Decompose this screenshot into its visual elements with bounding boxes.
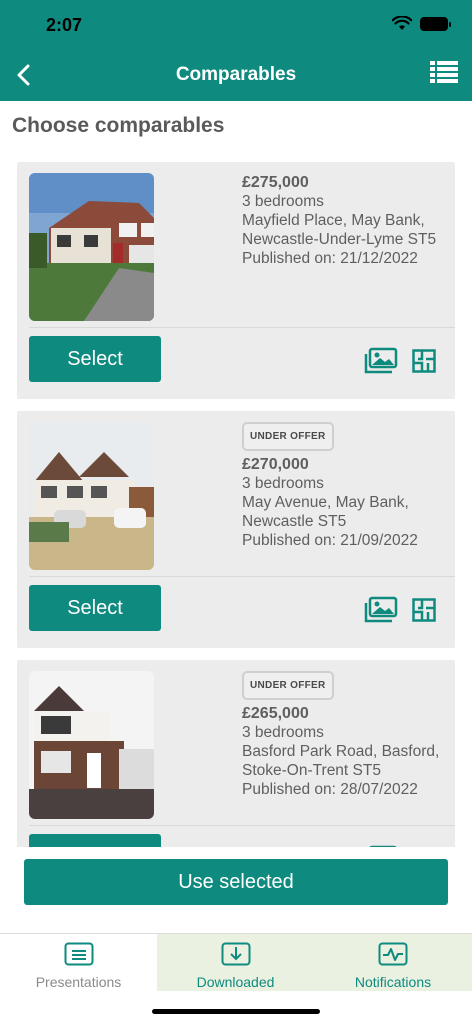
listing-published-date: Published on: 21/09/2022 (242, 532, 418, 549)
status-icons (392, 16, 451, 31)
list-icon (430, 61, 458, 83)
property-photo (29, 671, 154, 819)
listing-details: £275,000 3 bedrooms Mayfield Place, May … (242, 173, 447, 268)
listing-address-line2: Stoke-On-Trent ST5 (242, 762, 381, 779)
listing-bedrooms: 3 bedrooms (242, 193, 324, 210)
select-button[interactable]: Select (29, 585, 161, 631)
app-header: 2:07 Comparables (0, 0, 472, 101)
card-divider (29, 327, 455, 328)
gallery-icon[interactable] (364, 347, 398, 375)
listing-bedrooms: 3 bedrooms (242, 475, 324, 492)
listing-price: £275,000 (242, 174, 309, 191)
listing-address-line2: Newcastle ST5 (242, 513, 347, 530)
card-divider (29, 825, 455, 826)
pulse-icon (378, 942, 408, 966)
listing-bedrooms: 3 bedrooms (242, 724, 324, 741)
listing-address-line1: Mayfield Place, May Bank, (242, 212, 425, 229)
use-selected-button[interactable]: Use selected (24, 859, 448, 905)
property-photo (29, 173, 154, 321)
select-button[interactable]: Select (29, 336, 161, 382)
listing-published-date: Published on: 28/07/2022 (242, 781, 418, 798)
download-icon (221, 942, 250, 966)
battery-icon (420, 16, 451, 31)
comparable-card: UNDER OFFER £270,000 3 bedrooms May Aven… (17, 411, 455, 648)
listing-address-line1: Basford Park Road, Basford, (242, 743, 440, 760)
page-heading: Choose comparables (12, 114, 225, 137)
comparable-card: UNDER OFFER £265,000 3 bedrooms Basford … (17, 660, 455, 847)
listing-price: £270,000 (242, 456, 309, 473)
tab-label: Presentations (35, 974, 122, 990)
listing-details: UNDER OFFER £270,000 3 bedrooms May Aven… (242, 422, 447, 550)
comparables-list[interactable]: £275,000 3 bedrooms Mayfield Place, May … (0, 150, 472, 847)
tab-label: Notifications (354, 974, 432, 990)
select-button[interactable]: Select (29, 834, 161, 847)
nav-title: Comparables (175, 64, 297, 85)
gallery-icon[interactable] (364, 596, 398, 624)
listing-address-line1: May Avenue, May Bank, (242, 494, 409, 511)
under-offer-badge: UNDER OFFER (242, 422, 334, 451)
under-offer-badge: UNDER OFFER (242, 671, 334, 700)
listing-address-line2: Newcastle-Under-Lyme ST5 (242, 231, 437, 248)
tab-notifications[interactable]: Notifications (314, 934, 472, 991)
list-view-button[interactable] (430, 60, 462, 90)
home-indicator (152, 1009, 320, 1014)
floorplan-icon[interactable] (412, 349, 436, 373)
listing-price: £265,000 (242, 705, 309, 722)
gallery-icon[interactable] (364, 845, 398, 847)
card-divider (29, 576, 455, 577)
tab-presentations[interactable]: Presentations (0, 934, 157, 991)
floorplan-icon[interactable] (412, 598, 436, 622)
wifi-icon (392, 16, 412, 30)
tab-downloaded[interactable]: Downloaded (157, 934, 314, 991)
tab-label: Downloaded (196, 974, 275, 990)
status-time: 2:07 (46, 15, 83, 35)
listing-details: UNDER OFFER £265,000 3 bedrooms Basford … (242, 671, 447, 799)
document-icon (64, 942, 93, 966)
property-photo (29, 422, 154, 570)
listing-published-date: Published on: 21/12/2022 (242, 250, 418, 267)
comparable-card: £275,000 3 bedrooms Mayfield Place, May … (17, 162, 455, 399)
